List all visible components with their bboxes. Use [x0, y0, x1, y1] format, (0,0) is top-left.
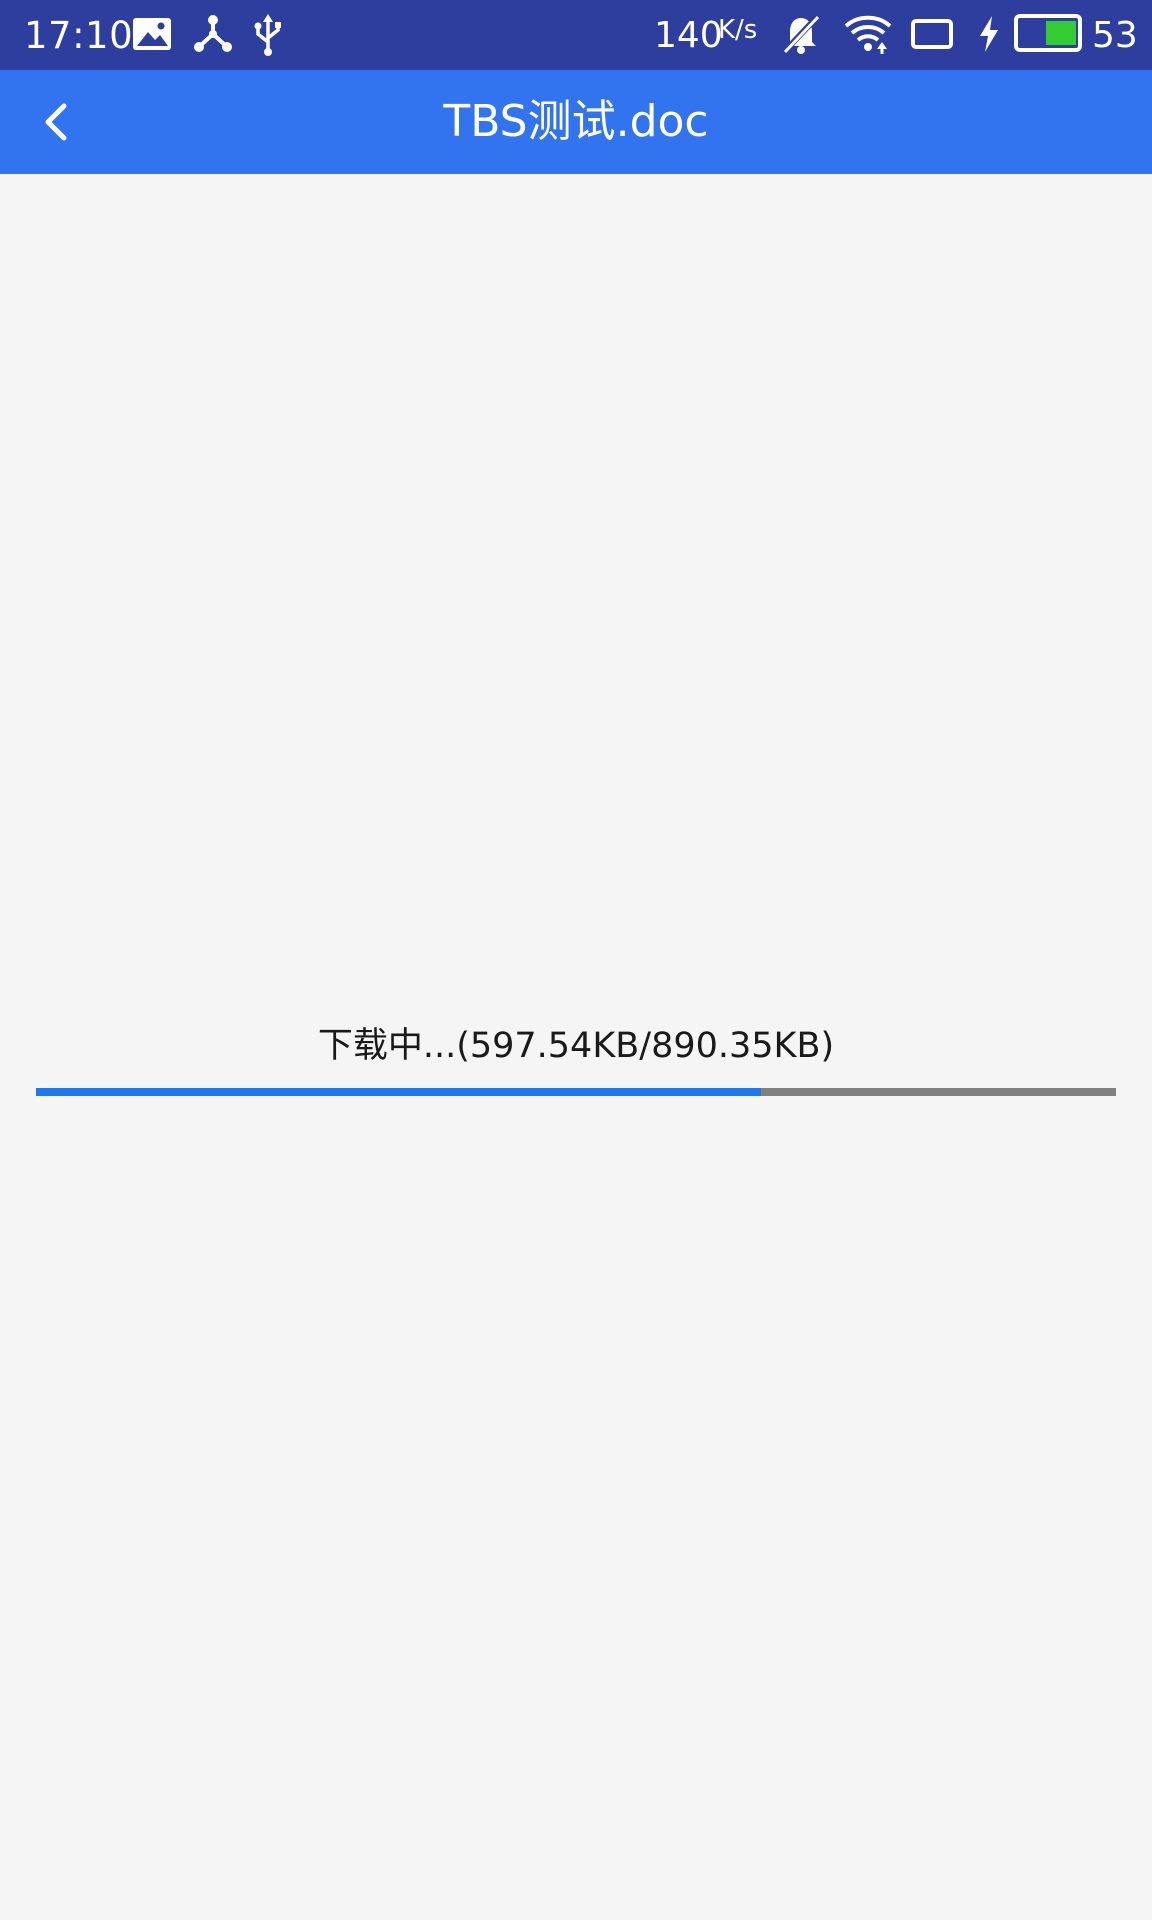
app-bar: TBS测试.doc — [0, 70, 1152, 174]
page-title: TBS测试.doc — [443, 96, 709, 147]
battery-percent: 53 — [1092, 15, 1138, 56]
share-icon — [194, 15, 232, 52]
bell-muted-icon — [781, 13, 821, 55]
charging-icon — [980, 16, 998, 52]
usb-icon — [254, 14, 281, 56]
screen-icon — [911, 19, 953, 49]
download-progress-bar — [36, 1088, 1116, 1096]
wifi-icon — [844, 15, 892, 54]
download-progress-fill — [36, 1088, 761, 1096]
download-status-text: 下载中...(597.54KB/890.35KB) — [317, 1026, 835, 1066]
gallery-icon — [133, 18, 171, 50]
network-speed: 140 — [654, 15, 723, 56]
battery-icon — [1014, 14, 1082, 52]
network-speed-unit: K/s — [718, 15, 758, 45]
status-time: 17:10 — [24, 14, 134, 57]
status-bar: 17:10 140 K/s 53 — [0, 0, 1152, 70]
